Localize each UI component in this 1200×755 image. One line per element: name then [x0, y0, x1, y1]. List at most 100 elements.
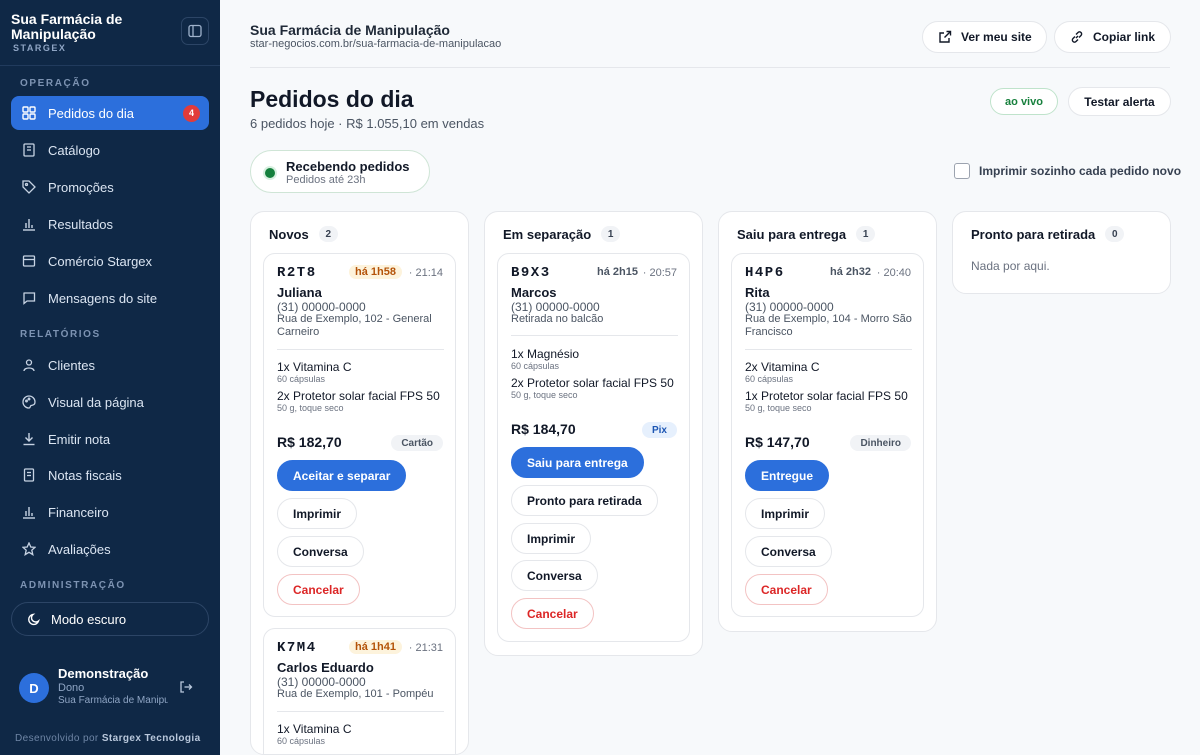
store-status-toggle[interactable]: Recebendo pedidos Pedidos até 23h — [250, 150, 430, 193]
dark-mode-toggle[interactable]: Modo escuro — [11, 602, 209, 636]
cancel-button[interactable]: Cancelar — [745, 574, 828, 605]
order-age-badge: há 1h58 — [349, 265, 402, 279]
sidebar-item-promocoes[interactable]: Promoções — [11, 170, 209, 204]
card-divider — [277, 349, 444, 350]
chat-button[interactable]: Conversa — [745, 536, 832, 567]
order-code: K7M4 — [277, 640, 317, 656]
book-icon — [21, 142, 37, 158]
delivered-button[interactable]: Entregue — [745, 460, 830, 491]
sidebar-item-visual-da-pagina[interactable]: Visual da página — [11, 385, 209, 419]
brand-name: Sua Farmácia de Manipulação — [11, 11, 123, 42]
customer-address: Rua de Exemplo, 101 - Pompéu — [277, 688, 434, 700]
auto-print-checkbox[interactable] — [954, 163, 970, 179]
accept-order-button[interactable]: Aceitar e separar — [277, 460, 407, 491]
column-header: Novos 2 — [269, 226, 338, 242]
chat-button[interactable]: Conversa — [277, 536, 364, 567]
item-detail: 60 cápsulas — [277, 374, 326, 384]
column-count-badge: 1 — [856, 226, 876, 242]
column-count-badge: 2 — [318, 226, 338, 242]
view-site-button[interactable]: Ver meu site — [922, 21, 1047, 53]
item-name: 2x Protetor solar facial FPS 50 — [511, 376, 674, 390]
payment-method-badge: Pix — [641, 422, 677, 438]
order-card[interactable]: R2T8 há 1h58 · 21:14 Juliana (31) 00000-… — [263, 253, 456, 617]
sidebar-item-label: Visual da página — [48, 394, 144, 410]
order-total: R$ 182,70 — [277, 434, 342, 450]
sidebar-item-financeiro[interactable]: Financeiro — [11, 495, 209, 529]
column-saiu-para-entrega: Saiu para entrega 1 H4P6 há 2h32 · 20:40… — [718, 211, 937, 632]
customer-phone: (31) 00000-0000 — [745, 300, 834, 314]
print-button[interactable]: Imprimir — [277, 498, 358, 529]
print-button[interactable]: Imprimir — [745, 498, 826, 529]
order-item: 1x Magnésio 60 cápsulas — [511, 347, 686, 371]
customer-phone: (31) 00000-0000 — [511, 300, 600, 314]
receipt-icon — [21, 467, 37, 483]
card-divider — [745, 349, 912, 350]
sidebar-item-avaliacoes[interactable]: Avaliações — [11, 532, 209, 566]
column-pronto-para-retirada: Pronto para retirada 0 Nada por aqui. — [952, 211, 1171, 294]
sidebar-item-label: Promoções — [48, 179, 114, 195]
order-card[interactable]: K7M4 há 1h41 · 21:31 Carlos Eduardo (31)… — [263, 628, 456, 754]
sidebar-item-catalogo[interactable]: Catálogo — [11, 133, 209, 167]
tag-icon — [21, 179, 37, 195]
developer-credit: Desenvolvido por Stargex Tecnologia — [15, 733, 201, 744]
order-code: R2T8 — [277, 265, 317, 281]
item-detail: 60 cápsulas — [745, 374, 794, 384]
view-site-label: Ver meu site — [961, 30, 1032, 44]
status-dot-icon — [265, 168, 275, 178]
column-count-badge: 0 — [1105, 226, 1125, 242]
sidebar-item-notas-fiscais[interactable]: Notas fiscais — [11, 458, 209, 492]
live-status-badge: ao vivo — [990, 88, 1058, 115]
order-card[interactable]: B9X3 há 2h15 · 20:57 Marcos (31) 00000-0… — [497, 253, 690, 642]
chat-button[interactable]: Conversa — [511, 560, 598, 591]
customer-name: Rita — [745, 285, 770, 300]
section-label-administracao: ADMINISTRAÇÃO — [20, 580, 126, 591]
column-em-separacao: Em separação 1 B9X3 há 2h15 · 20:57 Marc… — [484, 211, 703, 656]
brand-subtitle: STARGEX — [13, 43, 67, 53]
copy-link-button[interactable]: Copiar link — [1054, 21, 1171, 53]
item-name: 1x Vitamina C — [277, 360, 352, 374]
cancel-button[interactable]: Cancelar — [277, 574, 360, 605]
order-total: R$ 184,70 — [511, 421, 576, 437]
order-item: 1x Protetor solar facial FPS 50 50 g, to… — [745, 389, 920, 413]
logout-icon[interactable] — [179, 680, 195, 696]
sidebar-item-pedidos-do-dia[interactable]: Pedidos do dia 4 — [11, 96, 209, 130]
message-icon — [21, 290, 37, 306]
dark-mode-label: Modo escuro — [51, 611, 127, 627]
sidebar-item-mensagens-do-site[interactable]: Mensagens do site — [11, 281, 209, 315]
credit-name[interactable]: Stargex Tecnologia — [102, 733, 201, 744]
test-alert-button[interactable]: Testar alerta — [1068, 87, 1171, 116]
star-icon — [21, 541, 37, 557]
card-divider — [511, 335, 678, 336]
auto-print-label: Imprimir sozinho cada pedido novo — [979, 164, 1182, 178]
store-url: star-negocios.com.br/sua-farmacia-de-man… — [250, 38, 502, 50]
store-title: Sua Farmácia de Manipulação — [250, 22, 450, 38]
column-header: Em separação 1 — [503, 226, 621, 242]
customer-name: Carlos Eduardo — [277, 660, 374, 675]
print-button[interactable]: Imprimir — [511, 523, 592, 554]
column-title: Em separação — [503, 226, 592, 242]
order-card[interactable]: H4P6 há 2h32 · 20:40 Rita (31) 00000-000… — [731, 253, 924, 617]
sidebar-item-resultados[interactable]: Resultados — [11, 207, 209, 241]
sidebar-item-clientes[interactable]: Clientes — [11, 348, 209, 382]
auto-print-option[interactable]: Imprimir sozinho cada pedido novo — [954, 163, 1181, 179]
sidebar-item-comercio-stargex[interactable]: Comércio Stargex — [11, 244, 209, 278]
item-detail: 60 cápsulas — [511, 361, 560, 371]
user-profile: D Demonstração Dono Sua Farmácia de Mani… — [19, 665, 209, 709]
user-icon — [21, 357, 37, 373]
order-code: B9X3 — [511, 265, 551, 281]
item-name: 1x Protetor solar facial FPS 50 — [745, 389, 908, 403]
column-count-badge: 1 — [601, 226, 621, 242]
brand[interactable]: Sua Farmácia de Manipulação STARGEX — [11, 11, 161, 54]
ready-for-pickup-button[interactable]: Pronto para retirada — [511, 485, 658, 516]
page-title: Pedidos do dia — [250, 86, 414, 112]
cancel-button[interactable]: Cancelar — [511, 598, 594, 629]
out-for-delivery-button[interactable]: Saiu para entrega — [511, 447, 644, 478]
credit-prefix: Desenvolvido por — [15, 733, 99, 744]
sidebar-item-label: Emitir nota — [48, 431, 111, 447]
collapse-sidebar-button[interactable] — [181, 17, 209, 45]
order-item: 2x Vitamina C 60 cápsulas — [745, 360, 920, 384]
page-subtitle: 6 pedidos hoje · R$ 1.055,10 em vendas — [250, 116, 485, 131]
sidebar-item-label: Financeiro — [48, 504, 109, 520]
order-time: · 21:14 — [408, 267, 443, 279]
sidebar-item-emitir-nota[interactable]: Emitir nota — [11, 422, 209, 456]
